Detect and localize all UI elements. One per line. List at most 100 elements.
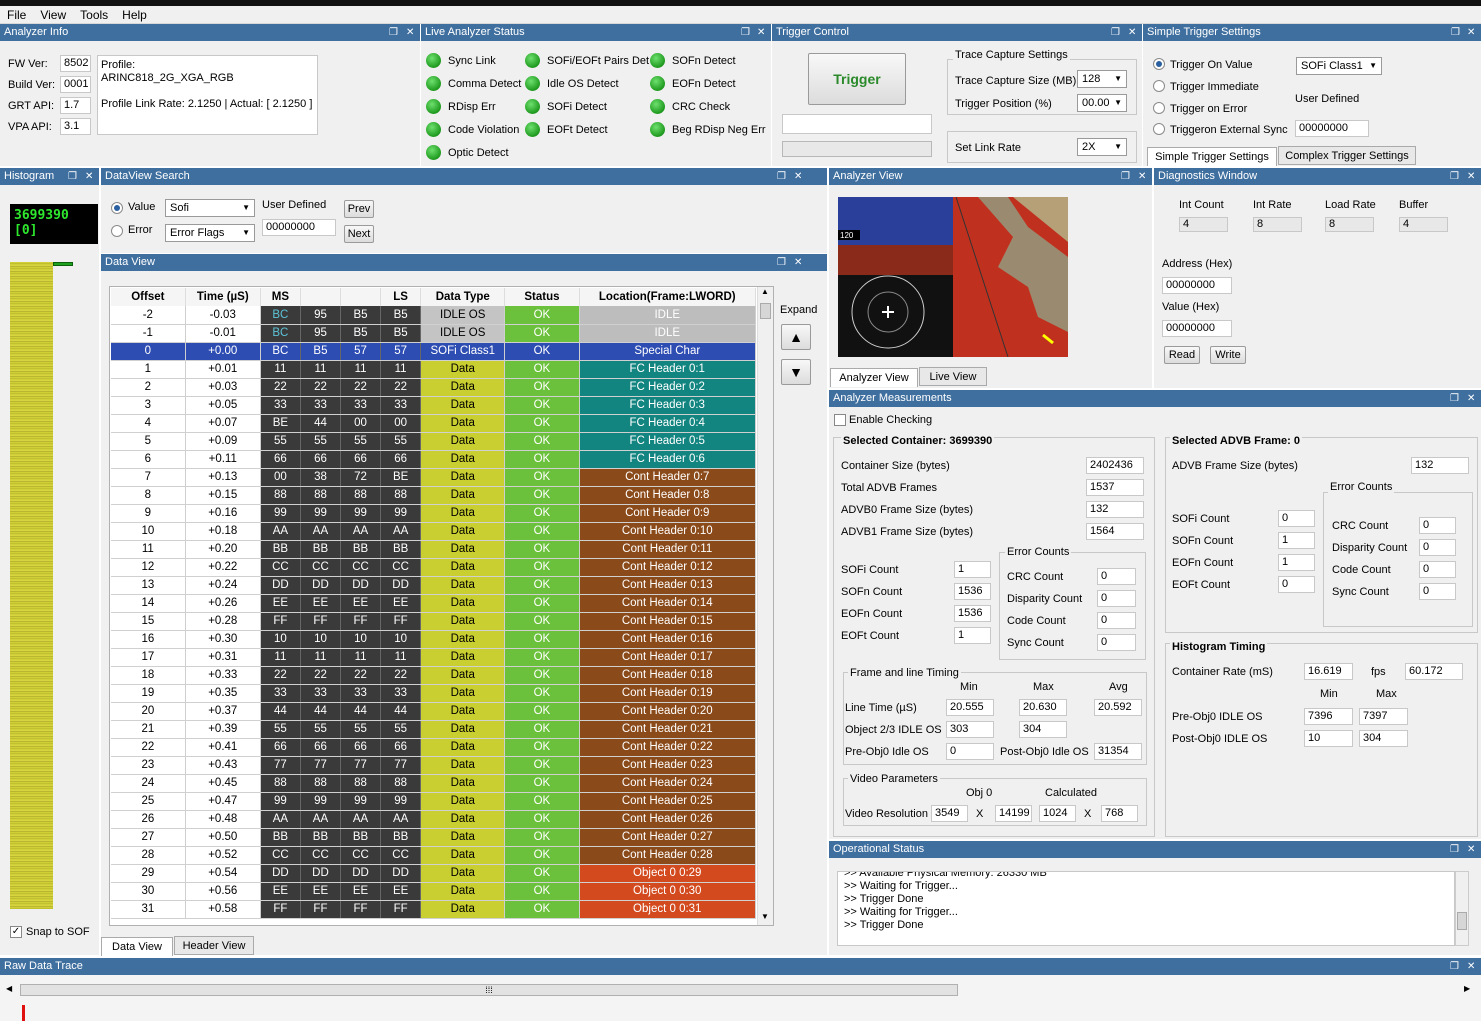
trigger-on-error-radio[interactable]: [1153, 102, 1165, 114]
snap-checkbox[interactable]: ✓: [10, 926, 22, 938]
data-table-scrollbar[interactable]: ▲ ▼: [757, 287, 773, 925]
table-row[interactable]: 28 +0.52 CC CC CC CC Data OK Cont Header 0:28: [111, 846, 757, 865]
table-row[interactable]: 29 +0.54 DD DD DD DD Data OK Object 0 0:29: [111, 864, 757, 883]
dock-icon[interactable]: ❐: [777, 168, 786, 185]
scroll-right-icon[interactable]: ▶: [1464, 984, 1470, 993]
table-row[interactable]: 21 +0.39 55 55 55 55 Data OK Cont Header 0:21: [111, 720, 757, 739]
dock-icon[interactable]: ❐: [68, 168, 77, 185]
write-button[interactable]: Write: [1210, 346, 1246, 364]
read-button[interactable]: Read: [1164, 346, 1200, 364]
table-row[interactable]: 30 +0.56 EE EE EE EE Data OK Object 0 0:30: [111, 882, 757, 901]
close-icon[interactable]: ✕: [1467, 24, 1475, 41]
menu-view[interactable]: View: [33, 6, 73, 22]
search-error-select[interactable]: Error Flags: [165, 224, 255, 242]
table-row[interactable]: 4 +0.07 BE 44 00 00 Data OK FC Header 0:4: [111, 414, 757, 433]
table-row[interactable]: 0 +0.00 BC B5 57 57 SOFi Class1 OK Special Char: [111, 342, 757, 361]
table-row[interactable]: 25 +0.47 99 99 99 99 Data OK Cont Header 0:25: [111, 792, 757, 811]
search-user-defined-input[interactable]: 00000000: [262, 219, 336, 236]
table-row[interactable]: 18 +0.33 22 22 22 22 Data OK Cont Header 0:18: [111, 666, 757, 685]
expand-up-button[interactable]: ▲: [781, 324, 811, 350]
tab-live-view[interactable]: Live View: [919, 367, 987, 386]
trigger-on-value-radio[interactable]: [1153, 58, 1165, 70]
table-row[interactable]: 8 +0.15 88 88 88 88 Data OK Cont Header 0:8: [111, 486, 757, 505]
close-icon[interactable]: ✕: [1128, 24, 1136, 41]
table-row[interactable]: 15 +0.28 FF FF FF FF Data OK Cont Header 0:15: [111, 612, 757, 631]
close-icon[interactable]: ✕: [85, 168, 93, 185]
dock-icon[interactable]: ❐: [1111, 24, 1120, 41]
table-row[interactable]: 14 +0.26 EE EE EE EE Data OK Cont Header 0:14: [111, 594, 757, 613]
tab-data-view[interactable]: Data View: [101, 937, 173, 956]
tab-analyzer-view[interactable]: Analyzer View: [830, 368, 918, 387]
close-icon[interactable]: ✕: [794, 254, 802, 271]
table-row[interactable]: 7 +0.13 00 38 72 BE Data OK Cont Header 0:7: [111, 468, 757, 487]
search-value-radio[interactable]: [111, 202, 123, 214]
table-row[interactable]: 16 +0.30 10 10 10 10 Data OK Cont Header 0:16: [111, 630, 757, 649]
close-icon[interactable]: ✕: [1138, 168, 1146, 185]
table-row[interactable]: 2 +0.03 22 22 22 22 Data OK FC Header 0:2: [111, 378, 757, 397]
column-header[interactable]: Data Type: [420, 288, 506, 306]
search-error-radio[interactable]: [111, 225, 123, 237]
table-row[interactable]: 23 +0.43 77 77 77 77 Data OK Cont Header 0:23: [111, 756, 757, 775]
capture-size-select[interactable]: 128: [1077, 70, 1127, 88]
scroll-up-icon[interactable]: ▲: [761, 287, 769, 296]
trigger-button[interactable]: Trigger: [808, 53, 906, 105]
table-row[interactable]: 26 +0.48 AA AA AA AA Data OK Cont Header 0:26: [111, 810, 757, 829]
scrollbar-thumb[interactable]: [1457, 912, 1467, 930]
column-header[interactable]: Status: [504, 288, 580, 306]
dock-icon[interactable]: ❐: [1450, 168, 1459, 185]
dock-icon[interactable]: ❐: [389, 24, 398, 41]
close-icon[interactable]: ✕: [794, 168, 802, 185]
close-icon[interactable]: ✕: [757, 24, 765, 41]
menu-tools[interactable]: Tools: [73, 6, 115, 22]
log-scrollbar[interactable]: [1455, 871, 1469, 946]
tab-complex-trigger[interactable]: Complex Trigger Settings: [1278, 146, 1416, 165]
table-row[interactable]: 6 +0.11 66 66 66 66 Data OK FC Header 0:6: [111, 450, 757, 469]
prev-button[interactable]: Prev: [344, 200, 374, 218]
dock-icon[interactable]: ❐: [1450, 958, 1459, 975]
table-row[interactable]: 5 +0.09 55 55 55 55 Data OK FC Header 0:5: [111, 432, 757, 451]
trigger-external-sync-radio[interactable]: [1153, 123, 1165, 135]
histogram-bars[interactable]: [10, 262, 53, 909]
table-row[interactable]: -2 -0.03 BC 95 B5 B5 IDLE OS OK IDLE: [111, 306, 757, 325]
table-row[interactable]: 1 +0.01 11 11 11 11 Data OK FC Header 0:1: [111, 360, 757, 379]
table-row[interactable]: 13 +0.24 DD DD DD DD Data OK Cont Header 0:13: [111, 576, 757, 595]
expand-down-button[interactable]: ▼: [781, 359, 811, 385]
table-row[interactable]: 27 +0.50 BB BB BB BB Data OK Cont Header 0:27: [111, 828, 757, 847]
table-row[interactable]: 11 +0.20 BB BB BB BB Data OK Cont Header 0:11: [111, 540, 757, 559]
tab-header-view[interactable]: Header View: [174, 936, 254, 955]
table-row[interactable]: 9 +0.16 99 99 99 99 Data OK Cont Header 0:9: [111, 504, 757, 523]
tab-simple-trigger[interactable]: Simple Trigger Settings: [1147, 147, 1277, 166]
column-header[interactable]: Offset: [111, 288, 186, 306]
scroll-down-icon[interactable]: ▼: [761, 912, 769, 921]
table-row[interactable]: 10 +0.18 AA AA AA AA Data OK Cont Header 0:10: [111, 522, 757, 541]
dock-icon[interactable]: ❐: [777, 254, 786, 271]
dock-icon[interactable]: ❐: [1121, 168, 1130, 185]
link-rate-select[interactable]: 2X: [1077, 138, 1127, 156]
menu-file[interactable]: File: [0, 6, 33, 22]
dock-icon[interactable]: ❐: [1451, 24, 1460, 41]
close-icon[interactable]: ✕: [1467, 958, 1475, 975]
table-row[interactable]: -1 -0.01 BC 95 B5 B5 IDLE OS OK IDLE: [111, 324, 757, 343]
trigger-position-select[interactable]: 00.00: [1077, 94, 1127, 112]
column-header[interactable]: MS: [260, 288, 301, 306]
column-header[interactable]: [300, 288, 342, 306]
close-icon[interactable]: ✕: [1467, 390, 1475, 407]
column-header[interactable]: [340, 288, 382, 306]
column-header[interactable]: Time (µS): [185, 288, 261, 306]
table-row[interactable]: 17 +0.31 11 11 11 11 Data OK Cont Header 0:17: [111, 648, 757, 667]
dock-icon[interactable]: ❐: [741, 24, 750, 41]
table-row[interactable]: 12 +0.22 CC CC CC CC Data OK Cont Header 0:12: [111, 558, 757, 577]
next-button[interactable]: Next: [344, 225, 374, 243]
column-header[interactable]: LS: [380, 288, 422, 306]
column-header[interactable]: Location(Frame:LWORD): [579, 288, 757, 306]
table-row[interactable]: 31 +0.58 FF FF FF FF Data OK Object 0 0:31: [111, 900, 757, 919]
close-icon[interactable]: ✕: [406, 24, 414, 41]
dock-icon[interactable]: ❐: [1450, 841, 1459, 858]
table-row[interactable]: 19 +0.35 33 33 33 33 Data OK Cont Header 0:19: [111, 684, 757, 703]
trigger-value-select[interactable]: SOFi Class1: [1296, 57, 1382, 75]
table-row[interactable]: 3 +0.05 33 33 33 33 Data OK FC Header 0:3: [111, 396, 757, 415]
menu-help[interactable]: Help: [115, 6, 154, 22]
table-row[interactable]: 24 +0.45 88 88 88 88 Data OK Cont Header 0:24: [111, 774, 757, 793]
close-icon[interactable]: ✕: [1467, 168, 1475, 185]
raw-trace-scrollbar[interactable]: ⁞⁞⁞: [20, 984, 958, 996]
